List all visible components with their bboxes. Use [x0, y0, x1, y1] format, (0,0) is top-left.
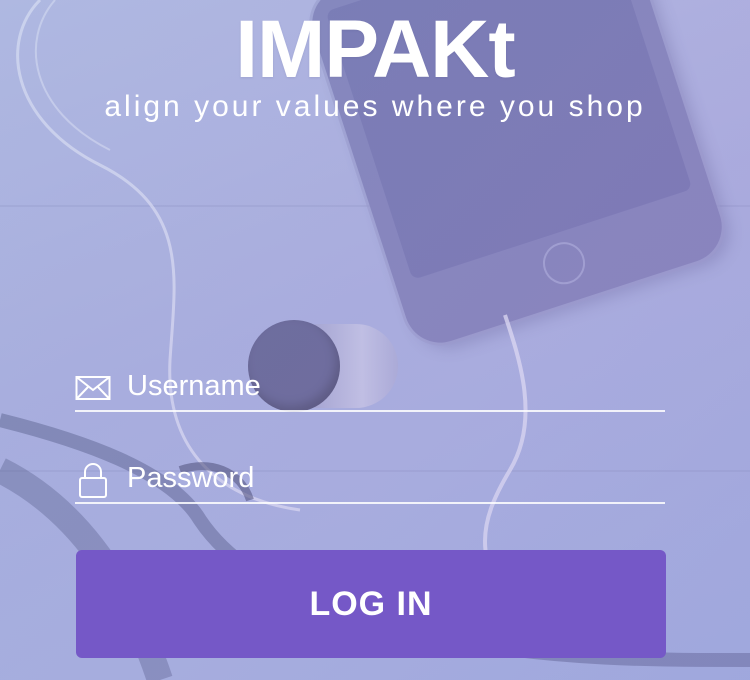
- login-button[interactable]: LOG IN: [76, 550, 666, 658]
- password-field: [75, 458, 665, 504]
- password-input[interactable]: [127, 458, 657, 498]
- tagline: align your values where you shop: [104, 90, 646, 123]
- username-input[interactable]: [127, 366, 657, 406]
- envelope-icon: [75, 370, 111, 406]
- app-title: IMPAKt: [235, 4, 515, 95]
- username-field: [75, 366, 665, 412]
- lock-icon: [75, 462, 111, 498]
